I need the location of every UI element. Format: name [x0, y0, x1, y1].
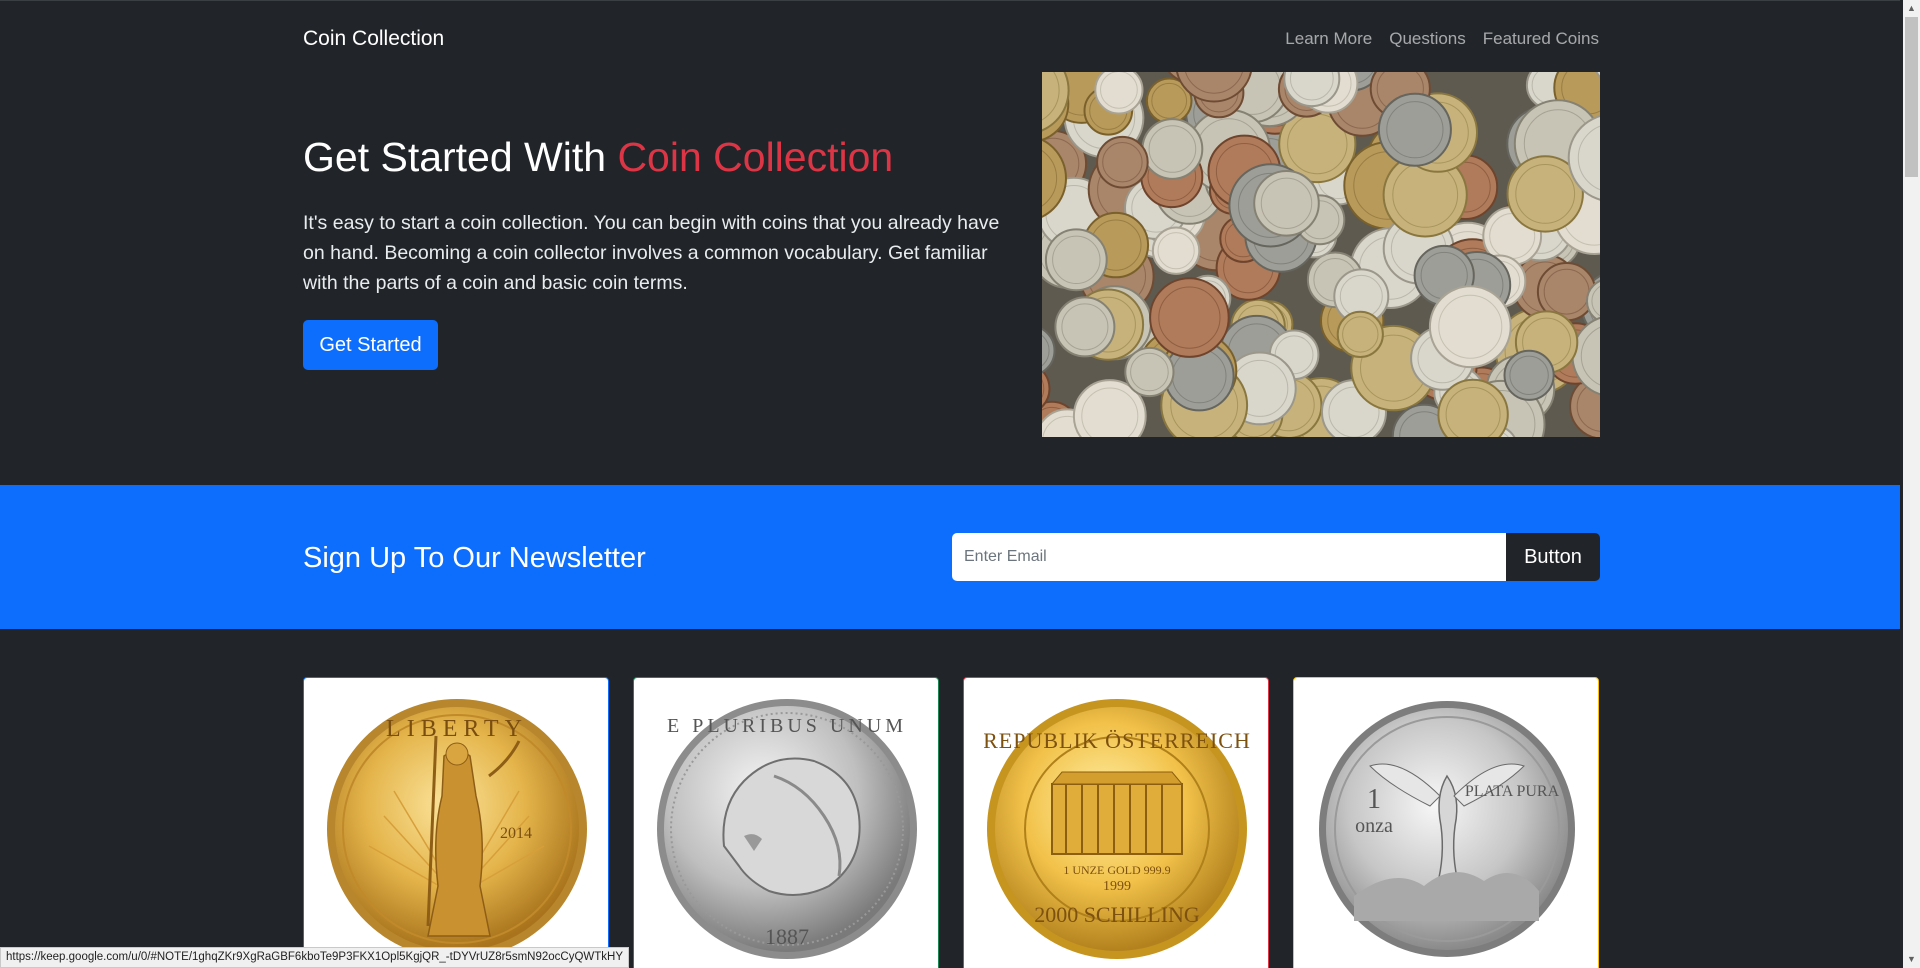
hero-title-prefix: Get Started With: [303, 134, 618, 180]
pile-coin: [1054, 296, 1116, 358]
get-started-button[interactable]: Get Started: [303, 320, 438, 370]
pile-coin: [1124, 346, 1175, 398]
pile-coin: [1503, 349, 1555, 401]
nav-link-questions[interactable]: Questions: [1389, 29, 1466, 49]
coin-inscription-liberty: LIBERTY: [386, 716, 528, 742]
pile-coin: [1377, 92, 1452, 167]
hero-title-accent: Coin Collection: [617, 134, 894, 180]
coin-card-libertad[interactable]: 1 onza PLATA PURA: [1293, 677, 1599, 968]
coin-pile-illustration: [1042, 72, 1600, 437]
libertad-silver-coin-icon: 1 onza PLATA PURA: [1319, 701, 1575, 957]
pile-coin: [1149, 277, 1230, 358]
pile-coin: [1141, 118, 1204, 180]
pile-coin: [1151, 226, 1201, 275]
gold-eagle-coin-icon: LIBERTY 2014: [327, 699, 587, 959]
pile-coin: [1094, 72, 1144, 115]
nav-link-featured-coins[interactable]: Featured Coins: [1483, 29, 1599, 49]
hero-coins-image: [1042, 72, 1600, 437]
pile-coin: [1428, 285, 1512, 369]
coin-inscription-republik-osterreich: REPUBLIK ÖSTERREICH: [984, 728, 1250, 753]
coin-card-morgan-dollar[interactable]: E PLURIBUS UNUM 1887: [633, 677, 939, 968]
coin-inscription-2000-schilling: 2000 SCHILLING: [1034, 902, 1200, 927]
scroll-down-arrow-icon[interactable]: ▼: [1903, 951, 1920, 968]
morgan-silver-dollar-coin-icon: E PLURIBUS UNUM 1887: [657, 699, 917, 959]
vertical-scrollbar[interactable]: ▲ ▼: [1903, 0, 1920, 968]
coin-year-1999: 1999: [1103, 879, 1131, 894]
scroll-up-arrow-icon[interactable]: ▲: [1903, 0, 1920, 17]
vienna-philharmonic-coin-icon: REPUBLIK ÖSTERREICH 1 UNZE GOLD 999.9 19…: [984, 699, 1250, 959]
coin-denomination-unit: onza: [1355, 815, 1393, 837]
newsletter-section: Sign Up To Our Newsletter Button: [0, 485, 1900, 629]
coin-inscription-unze-gold: 1 UNZE GOLD 999.9: [1063, 863, 1170, 877]
coin-card-gold-eagle[interactable]: LIBERTY 2014: [303, 677, 609, 968]
email-input[interactable]: [952, 533, 1506, 581]
page: Coin Collection Learn More Questions Fea…: [0, 0, 1900, 968]
coin-denomination-number: 1: [1367, 784, 1381, 815]
pile-coin: [1437, 378, 1509, 437]
pile-coin: [1253, 170, 1320, 237]
coin-inscription-plata-pura: PLATA PURA: [1465, 783, 1560, 800]
newsletter-title: Sign Up To Our Newsletter: [303, 542, 646, 574]
pile-coin: [1096, 135, 1149, 189]
brand-link[interactable]: Coin Collection: [303, 27, 444, 51]
pile-coin: [1336, 310, 1384, 358]
hero-title: Get Started With Coin Collection: [303, 134, 893, 181]
nav-link-learn-more[interactable]: Learn More: [1285, 29, 1372, 49]
coin-year-2014: 2014: [500, 825, 532, 842]
hero-section: Get Started With Coin Collection It's ea…: [0, 72, 1900, 485]
featured-coins-section: LIBERTY 2014 E PLURIBUS UNUM 1887 REPUBL…: [0, 629, 1900, 968]
scroll-thumb[interactable]: [1905, 17, 1918, 177]
newsletter-submit-button[interactable]: Button: [1506, 533, 1600, 581]
pile-coin: [1044, 228, 1108, 292]
status-bar-url: https://keep.google.com/u/0/#NOTE/1ghqZK…: [0, 947, 629, 968]
coin-inscription-e-pluribus-unum: E PLURIBUS UNUM: [667, 715, 907, 737]
nav-links: Learn More Questions Featured Coins: [1285, 29, 1599, 49]
coin-card-vienna-philharmonic[interactable]: REPUBLIK ÖSTERREICH 1 UNZE GOLD 999.9 19…: [963, 677, 1269, 968]
hero-description: It's easy to start a coin collection. Yo…: [303, 212, 1000, 294]
navbar: Coin Collection Learn More Questions Fea…: [0, 0, 1900, 72]
coin-year-1887: 1887: [765, 924, 809, 949]
